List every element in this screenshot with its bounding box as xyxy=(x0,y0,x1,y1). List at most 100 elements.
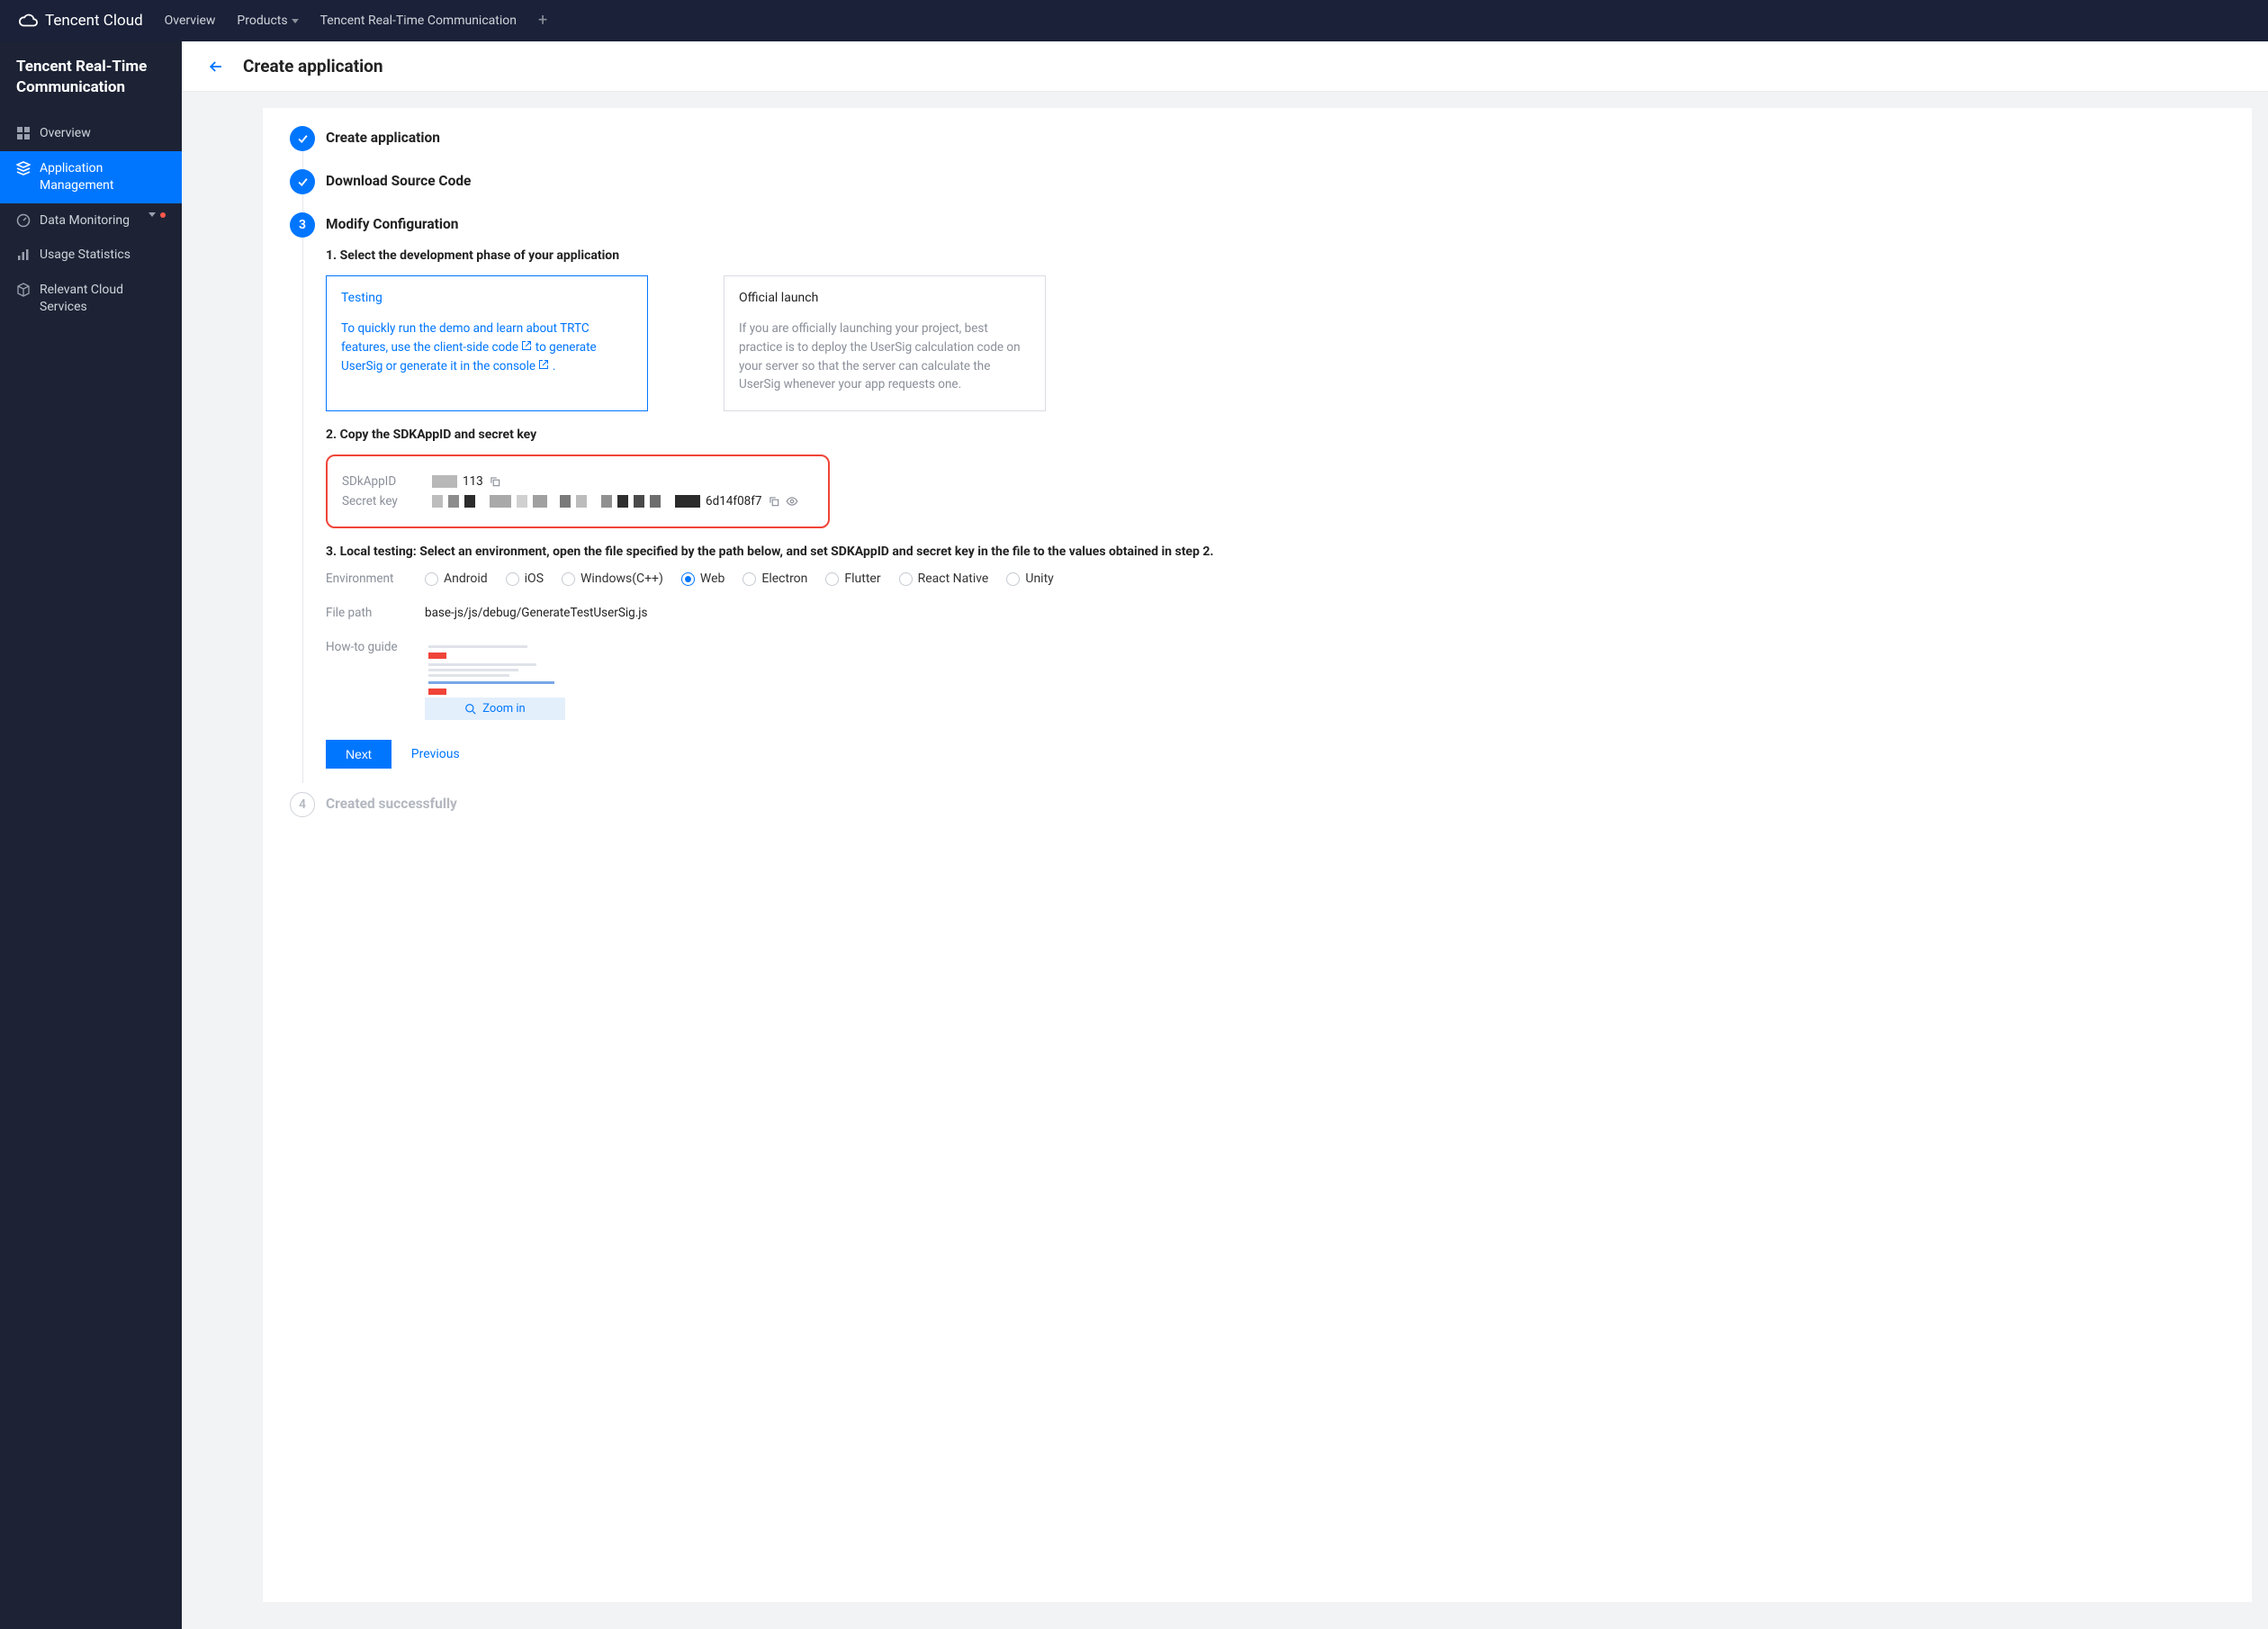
env-radio-windows-c-[interactable]: Windows(C++) xyxy=(562,572,663,586)
radio-icon xyxy=(1006,572,1020,586)
topnav-item-label: Products xyxy=(237,14,287,28)
sidebar-item-label: Application Management xyxy=(40,160,166,194)
file-path-row: File path base-js/js/debug/GenerateTestU… xyxy=(326,606,2225,620)
env-radio-electron[interactable]: Electron xyxy=(742,572,807,586)
guide-thumbnail[interactable]: Zoom in xyxy=(425,640,565,720)
step-1: Create application xyxy=(290,130,2225,146)
step-badge-pending: 4 xyxy=(290,792,315,817)
sidebar-item-label: Relevant Cloud Services xyxy=(40,282,166,316)
reveal-button[interactable] xyxy=(786,495,798,508)
file-path-value: base-js/js/debug/GenerateTestUserSig.js xyxy=(425,606,648,620)
environment-row: Environment AndroidiOSWindows(C++)WebEle… xyxy=(326,572,2225,586)
top-nav: Tencent Cloud Overview Products Tencent … xyxy=(0,0,2268,41)
env-radio-unity[interactable]: Unity xyxy=(1006,572,1053,586)
add-tab-button[interactable]: + xyxy=(538,13,547,29)
chevron-down-icon xyxy=(148,212,156,217)
topnav-item-overview[interactable]: Overview xyxy=(165,14,216,28)
redacted-block xyxy=(560,495,571,508)
secret-value: 6d14f08f7 xyxy=(706,494,762,508)
sdkappid-row: SDkAppID 113 xyxy=(342,474,814,489)
radio-label: Unity xyxy=(1025,572,1053,586)
radio-icon xyxy=(899,572,913,586)
env-radio-android[interactable]: Android xyxy=(425,572,488,586)
redacted-block xyxy=(601,495,612,508)
external-link-icon xyxy=(521,340,532,351)
sidebar-item-label: Usage Statistics xyxy=(40,247,130,264)
redacted-block xyxy=(432,495,443,508)
phase-desc: To quickly run the demo and learn about … xyxy=(341,320,633,376)
sidebar-item-usage[interactable]: Usage Statistics xyxy=(0,238,182,273)
phase-desc-text: . xyxy=(553,359,556,374)
radio-icon xyxy=(742,572,756,586)
topnav-item-trtc[interactable]: Tencent Real-Time Communication xyxy=(320,14,517,28)
radio-label: Web xyxy=(700,572,725,586)
step-4: 4 Created successfully xyxy=(290,796,2225,812)
step-title: Created successfully xyxy=(326,796,2225,812)
brand[interactable]: Tencent Cloud xyxy=(18,11,143,31)
sidebar-item-cloud-svc[interactable]: Relevant Cloud Services xyxy=(0,273,182,325)
main: Create application Create application Do… xyxy=(182,41,2268,1629)
radio-icon xyxy=(562,572,575,586)
eye-icon xyxy=(786,495,798,508)
radio-label: Android xyxy=(444,572,488,586)
layers-icon xyxy=(16,161,31,176)
radio-label: Flutter xyxy=(844,572,880,586)
sidebar-title: Tencent Real-Time Communication xyxy=(0,41,182,116)
page-title: Create application xyxy=(243,56,383,76)
copy-icon xyxy=(489,475,501,488)
sidebar-item-label: Data Monitoring xyxy=(40,212,130,230)
step-badge-done-icon xyxy=(290,169,315,194)
sidebar-item-overview[interactable]: Overview xyxy=(0,116,182,151)
previous-link[interactable]: Previous xyxy=(411,747,460,761)
copy-button[interactable] xyxy=(489,475,501,488)
chevron-down-icon xyxy=(292,19,299,23)
brand-label: Tencent Cloud xyxy=(45,12,143,30)
phase-title: Testing xyxy=(341,289,633,309)
step-title: Download Source Code xyxy=(326,173,2225,189)
cloud-icon xyxy=(18,11,38,31)
radio-label: iOS xyxy=(525,572,544,586)
step-title: Modify Configuration xyxy=(326,216,2225,232)
radio-label: Electron xyxy=(761,572,807,586)
env-radio-web[interactable]: Web xyxy=(681,572,725,586)
radio-icon xyxy=(681,572,695,586)
sidebar: Tencent Real-Time Communication Overview… xyxy=(0,41,182,1629)
grid-icon xyxy=(16,126,31,140)
sidebar-item-app-mgmt[interactable]: Application Management xyxy=(0,151,182,203)
magnifier-icon xyxy=(464,703,477,716)
redacted-block xyxy=(464,495,475,508)
sidebar-item-label: Overview xyxy=(40,125,91,142)
redacted-block xyxy=(634,495,644,508)
phase-card-official[interactable]: Official launch If you are officially la… xyxy=(724,275,1046,411)
cube-icon xyxy=(16,283,31,297)
sidebar-item-data-mon[interactable]: Data Monitoring xyxy=(0,203,182,238)
content-card: Create application Download Source Code … xyxy=(263,108,2252,1602)
env-radio-ios[interactable]: iOS xyxy=(506,572,544,586)
copy-icon xyxy=(768,495,780,508)
substep-1: 1. Select the development phase of your … xyxy=(326,248,2225,263)
phase-title: Official launch xyxy=(739,289,1030,309)
step-title: Create application xyxy=(326,130,2225,146)
step-actions: Next Previous xyxy=(326,740,2225,769)
radio-icon xyxy=(425,572,438,586)
radio-label: React Native xyxy=(918,572,989,586)
phase-card-testing[interactable]: Testing To quickly run the demo and lear… xyxy=(326,275,648,411)
zoom-in-button[interactable]: Zoom in xyxy=(425,698,565,720)
next-button[interactable]: Next xyxy=(326,740,392,769)
secret-row: Secret key xyxy=(342,494,814,508)
env-radio-flutter[interactable]: Flutter xyxy=(825,572,880,586)
env-radio-react-native[interactable]: React Native xyxy=(899,572,989,586)
external-link[interactable] xyxy=(521,340,532,351)
radio-icon xyxy=(506,572,519,586)
back-button[interactable] xyxy=(207,58,225,76)
copy-button[interactable] xyxy=(768,495,780,508)
redacted-block xyxy=(533,495,547,508)
redacted-block xyxy=(675,495,700,508)
external-link[interactable] xyxy=(538,359,549,370)
redacted-block xyxy=(517,495,527,508)
field-label: Secret key xyxy=(342,494,416,508)
field-label: How-to guide xyxy=(326,640,403,654)
sdkappid-value: 113 xyxy=(463,474,483,489)
topnav-item-products[interactable]: Products xyxy=(237,14,298,28)
field-label: SDkAppID xyxy=(342,474,416,489)
